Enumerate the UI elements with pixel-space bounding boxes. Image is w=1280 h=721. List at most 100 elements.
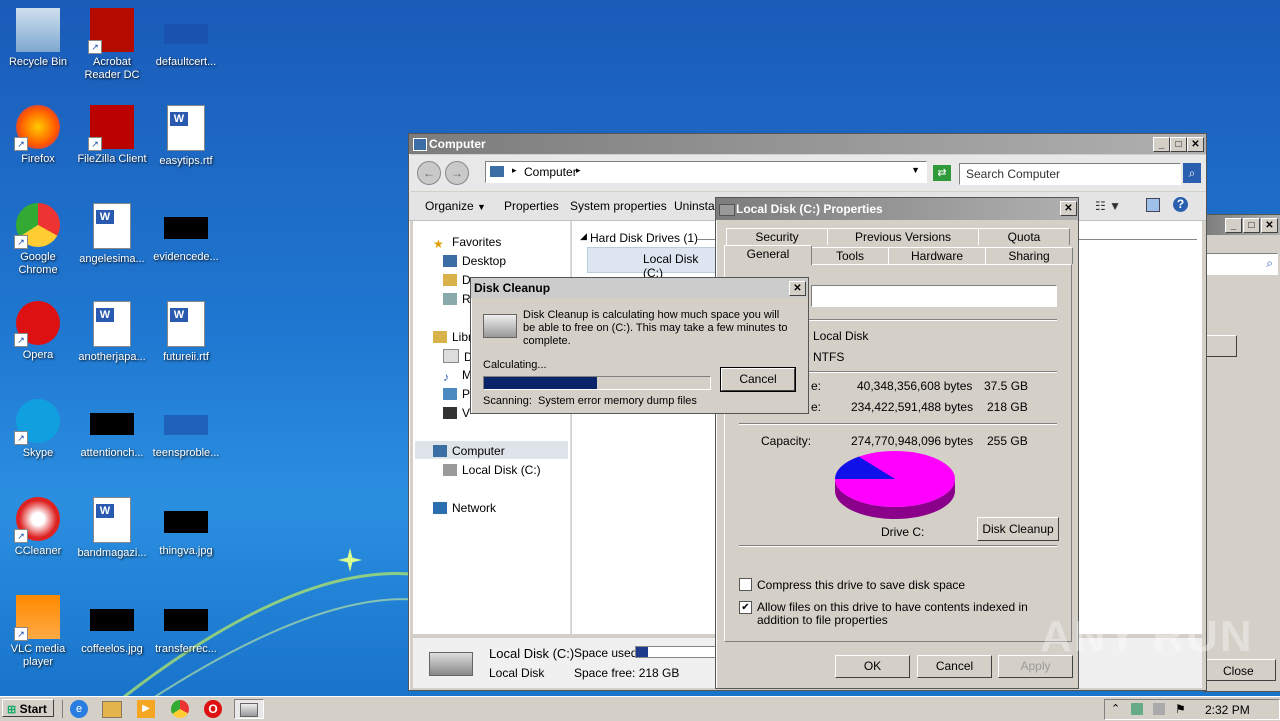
desktop-icon[interactable]: Wangelesima...: [74, 203, 150, 266]
address-field[interactable]: ▸ Computer ▸ ▼: [485, 161, 927, 183]
help-icon[interactable]: ?: [1173, 197, 1188, 212]
nav-desktop[interactable]: Desktop: [443, 254, 506, 268]
internet-explorer-icon[interactable]: e: [70, 700, 88, 718]
index-checkbox[interactable]: ✔: [739, 601, 752, 614]
desktop-icon[interactable]: Wbandmagazi...: [74, 497, 150, 560]
tab-general[interactable]: General: [724, 245, 812, 265]
volume-label-input[interactable]: [811, 285, 1057, 307]
desktop-icon[interactable]: Recycle Bin: [0, 8, 76, 69]
background-window-titlebar: _ □ ✕: [1204, 215, 1280, 235]
desktop-icon[interactable]: defaultcert...: [148, 8, 224, 69]
network-tray-icon[interactable]: [1131, 703, 1143, 715]
desktop-icon[interactable]: ↗ Opera: [0, 301, 76, 362]
desktop-icon[interactable]: thingva.jpg: [148, 497, 224, 558]
cleanup-cancel-button[interactable]: Cancel: [720, 367, 796, 392]
nav-videos[interactable]: V: [443, 406, 470, 420]
media-player-icon[interactable]: ▶: [137, 700, 155, 718]
nav-recent[interactable]: R: [443, 292, 471, 306]
search-icon[interactable]: ⌕: [1183, 163, 1201, 183]
uninstall-button[interactable]: Uninstall: [674, 199, 720, 213]
preview-pane-icon[interactable]: [1146, 198, 1160, 212]
close-icon[interactable]: ✕: [1060, 201, 1077, 216]
tab-sharing[interactable]: Sharing: [985, 247, 1073, 264]
desktop-icon[interactable]: coffeelos.jpg: [74, 595, 150, 656]
speaker-icon[interactable]: [1153, 703, 1165, 715]
chevron-right-icon[interactable]: ▸: [512, 165, 517, 176]
desktop-icon[interactable]: ↗ FileZilla Client: [74, 105, 150, 166]
maximize-icon[interactable]: □: [1170, 137, 1187, 152]
view-options-icon[interactable]: ☷ ▼: [1095, 199, 1121, 213]
forward-arrow-icon[interactable]: →: [445, 161, 469, 185]
close-icon[interactable]: ✕: [1261, 218, 1278, 233]
chevron-right-icon[interactable]: ▸: [576, 165, 581, 176]
search-input[interactable]: Search Computer: [959, 163, 1181, 185]
start-button[interactable]: ⊞ Start: [2, 699, 54, 717]
chrome-icon[interactable]: [171, 700, 189, 718]
close-button[interactable]: Close: [1204, 659, 1276, 681]
nav-computer[interactable]: Computer: [433, 444, 505, 458]
tab-quota[interactable]: Quota: [978, 228, 1070, 245]
filezilla-icon: ↗: [88, 105, 134, 151]
close-icon[interactable]: ✕: [789, 281, 806, 296]
nav-pictures[interactable]: P: [443, 387, 470, 401]
desktop-icon[interactable]: transferrec...: [148, 595, 224, 656]
file-explorer-icon[interactable]: [102, 701, 122, 718]
properties-dialog[interactable]: Local Disk (C:) Properties ✕ Security Pr…: [715, 197, 1079, 689]
capacity-label: Capacity:: [761, 434, 812, 448]
desktop-icon[interactable]: evidencede...: [148, 203, 224, 264]
nav-favorites[interactable]: ★ Favorites: [433, 235, 501, 251]
disk-cleanup-task[interactable]: [234, 699, 264, 719]
disk-cleanup-icon: [240, 703, 258, 717]
desktop-icon[interactable]: ↗ Firefox: [0, 105, 76, 166]
nav-music[interactable]: ♪ M: [443, 368, 472, 384]
close-icon[interactable]: ✕: [1187, 137, 1204, 152]
collapse-icon[interactable]: ◢: [580, 231, 587, 242]
desktop-icon[interactable]: Wfutureii.rtf: [148, 301, 224, 364]
desktop-icon[interactable]: Weasytips.rtf: [148, 105, 224, 168]
shortcut-arrow-icon: ↗: [14, 627, 28, 641]
refresh-icon[interactable]: ⇄: [933, 165, 951, 181]
tab-hardware[interactable]: Hardware: [888, 247, 986, 264]
nav-network[interactable]: Network: [433, 501, 496, 515]
background-button[interactable]: [1204, 335, 1237, 357]
minimize-icon[interactable]: _: [1225, 218, 1242, 233]
desktop-icon[interactable]: ↗ CCleaner: [0, 497, 76, 558]
action-center-flag-icon[interactable]: ⚑: [1175, 702, 1186, 716]
system-properties-button[interactable]: System properties: [570, 199, 667, 213]
nav-libraries[interactable]: Libr: [433, 330, 472, 344]
desktop-icon[interactable]: ↗ Skype: [0, 399, 76, 460]
desktop-icon[interactable]: teensproble...: [148, 399, 224, 460]
opera-icon[interactable]: O: [204, 700, 222, 718]
minimize-icon[interactable]: _: [1153, 137, 1170, 152]
nav-documents[interactable]: D: [443, 349, 473, 364]
nav-local-disk[interactable]: Local Disk (C:): [443, 463, 541, 477]
show-hidden-icons-icon[interactable]: ⌃: [1111, 702, 1120, 715]
properties-button[interactable]: Properties: [504, 199, 559, 213]
disk-cleanup-dialog[interactable]: Disk Cleanup ✕ Disk Cleanup is calculati…: [470, 277, 809, 414]
tab-security[interactable]: Security: [726, 228, 828, 245]
cancel-button[interactable]: Cancel: [917, 655, 992, 678]
desktop-icon[interactable]: ↗ Google Chrome: [0, 203, 76, 277]
disk-cleanup-button[interactable]: Disk Cleanup: [977, 517, 1059, 541]
shortcut-arrow-icon: ↗: [88, 137, 102, 151]
desktop-icon[interactable]: ↗ Acrobat Reader DC: [74, 8, 150, 82]
drive-item[interactable]: Local Disk (C:): [587, 247, 719, 280]
tab-previous-versions[interactable]: Previous Versions: [827, 228, 979, 245]
organize-menu[interactable]: Organize ▼: [425, 199, 486, 213]
clock[interactable]: 2:32 PM: [1205, 703, 1250, 717]
cleanup-progress-bar: [483, 376, 711, 390]
tab-tools[interactable]: Tools: [811, 247, 889, 264]
ok-button[interactable]: OK: [835, 655, 910, 678]
desktop-icon[interactable]: Wanotherjapa...: [74, 301, 150, 364]
explorer-titlebar: Computer _ □ ✕: [409, 134, 1206, 154]
group-header[interactable]: Hard Disk Drives (1): [590, 231, 698, 245]
chevron-down-icon[interactable]: ▼: [911, 165, 920, 175]
background-search-field[interactable]: ⌕: [1206, 253, 1278, 275]
desktop-icon[interactable]: ↗ VLC media player: [0, 595, 76, 669]
desktop-icon-label: easytips.rtf: [159, 155, 213, 167]
compress-checkbox[interactable]: [739, 578, 752, 591]
back-arrow-icon[interactable]: ←: [417, 161, 441, 185]
maximize-icon[interactable]: □: [1243, 218, 1260, 233]
scanning-label: Scanning:: [483, 395, 532, 407]
desktop-icon[interactable]: attentionch...: [74, 399, 150, 460]
